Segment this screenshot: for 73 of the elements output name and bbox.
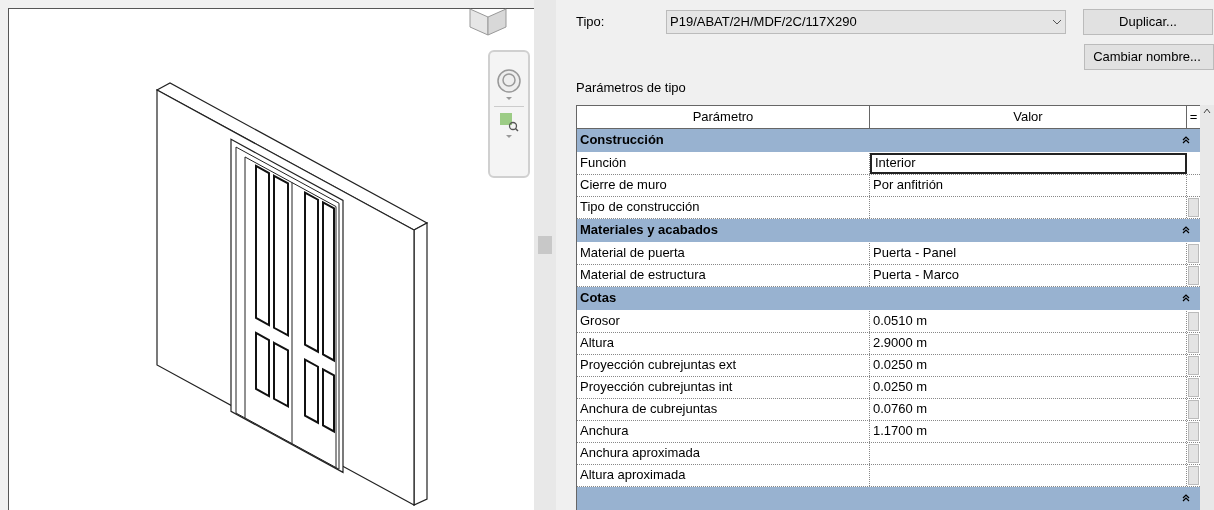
parameter-row[interactable]: Tipo de construcción — [577, 196, 1200, 219]
collapse-icon[interactable] — [1182, 226, 1190, 234]
section-title: Parámetros de tipo — [576, 79, 687, 97]
parameter-row[interactable]: Anchura de cubrejuntas 0.0760 m — [577, 398, 1200, 421]
value-cell[interactable]: Puerta - Panel — [870, 242, 1187, 264]
scroll-up-icon[interactable] — [1203, 107, 1211, 114]
parameter-row[interactable]: Anchura 1.1700 m — [577, 420, 1200, 443]
parameter-row[interactable]: Material de puerta Puerta - Panel — [577, 242, 1200, 265]
value-cell[interactable]: 1.1700 m — [870, 420, 1187, 442]
parameter-cell: Anchura — [577, 420, 870, 442]
splitter-handle[interactable] — [538, 236, 553, 254]
parameter-cell: Material de estructura — [577, 264, 870, 286]
associate-parameter-button[interactable] — [1188, 243, 1199, 263]
collapse-icon[interactable] — [1182, 294, 1190, 302]
parameter-row[interactable]: Grosor 0.0510 m — [577, 310, 1200, 333]
zoom-region-icon[interactable] — [499, 112, 519, 132]
column-header[interactable]: Parámetro — [577, 105, 870, 128]
group-header[interactable]: Construcción — [577, 128, 1200, 153]
value-cell[interactable]: 0.0250 m — [870, 354, 1187, 376]
value-cell[interactable]: 0.0760 m — [870, 398, 1187, 420]
dropdown-caret-icon[interactable] — [505, 96, 513, 101]
parameter-cell: Grosor — [577, 310, 870, 332]
associate-parameter-button[interactable] — [1188, 377, 1199, 397]
associate-parameter-button[interactable] — [1188, 465, 1199, 485]
column-header[interactable]: = — [1187, 105, 1200, 128]
parameter-cell: Función — [577, 152, 870, 174]
duplicate-button[interactable]: Duplicar... — [1083, 9, 1213, 35]
group-title: Cotas — [580, 289, 617, 308]
group-title: Materiales y acabados — [580, 221, 719, 240]
chevron-down-icon — [1052, 19, 1062, 25]
dropdown-caret-icon[interactable] — [505, 134, 513, 139]
parameter-cell: Anchura aproximada — [577, 442, 870, 464]
parameter-cell: Tipo de construcción — [577, 196, 870, 218]
parameter-row[interactable]: Anchura aproximada — [577, 442, 1200, 465]
value-cell[interactable]: Por anfitrión — [870, 174, 1187, 196]
parameter-cell: Altura aproximada — [577, 464, 870, 486]
parameter-cell: Proyección cubrejuntas int — [577, 376, 870, 398]
parameter-cell: Proyección cubrejuntas ext — [577, 354, 870, 376]
parameter-cell: Altura — [577, 332, 870, 354]
value-cell[interactable]: 0.0510 m — [870, 310, 1187, 332]
associate-parameter-button[interactable] — [1188, 197, 1199, 217]
column-header[interactable]: Valor — [870, 105, 1187, 128]
parameter-row[interactable]: Material de estructura Puerta - Marco — [577, 264, 1200, 287]
3d-viewport[interactable] — [8, 8, 535, 510]
collapse-icon[interactable] — [1182, 494, 1190, 502]
associate-parameter-button[interactable] — [1188, 265, 1199, 285]
associate-parameter-button[interactable] — [1188, 333, 1199, 353]
value-cell[interactable]: 2.9000 m — [870, 332, 1187, 354]
group-header[interactable]: Materiales y acabados — [577, 218, 1200, 243]
steering-wheel-icon[interactable] — [496, 68, 522, 94]
associate-parameter-button[interactable] — [1188, 355, 1199, 375]
parameter-cell: Cierre de muro — [577, 174, 870, 196]
associate-parameter-button[interactable] — [1188, 443, 1199, 463]
value-cell[interactable]: Interior — [870, 152, 1187, 174]
parameter-row[interactable]: Función Interior — [577, 152, 1200, 175]
parameter-row[interactable]: Altura aproximada — [577, 464, 1200, 487]
associate-parameter-button[interactable] — [1188, 421, 1199, 441]
parameter-row[interactable]: Cierre de muro Por anfitrión — [577, 174, 1200, 197]
parameter-row[interactable]: Altura 2.9000 m — [577, 332, 1200, 355]
value-cell[interactable]: Puerta - Marco — [870, 264, 1187, 286]
type-label: Tipo: — [576, 13, 606, 32]
parameter-cell: Anchura de cubrejuntas — [577, 398, 870, 420]
parameter-row[interactable]: Proyección cubrejuntas ext 0.0250 m — [577, 354, 1200, 377]
rename-button[interactable]: Cambiar nombre... — [1084, 44, 1214, 70]
group-title: Construcción — [580, 131, 664, 150]
parameter-cell: Material de puerta — [577, 242, 870, 264]
parameter-row[interactable]: Proyección cubrejuntas int 0.0250 m — [577, 376, 1200, 399]
associate-parameter-button[interactable] — [1188, 399, 1199, 419]
collapse-icon[interactable] — [1182, 136, 1190, 144]
associate-parameter-button[interactable] — [1188, 311, 1199, 331]
group-header[interactable]: Cotas — [577, 286, 1200, 311]
value-cell[interactable]: 0.0250 m — [870, 376, 1187, 398]
type-dropdown[interactable]: P19/ABAT/2H/MDF/2C/117X290 — [666, 10, 1066, 34]
